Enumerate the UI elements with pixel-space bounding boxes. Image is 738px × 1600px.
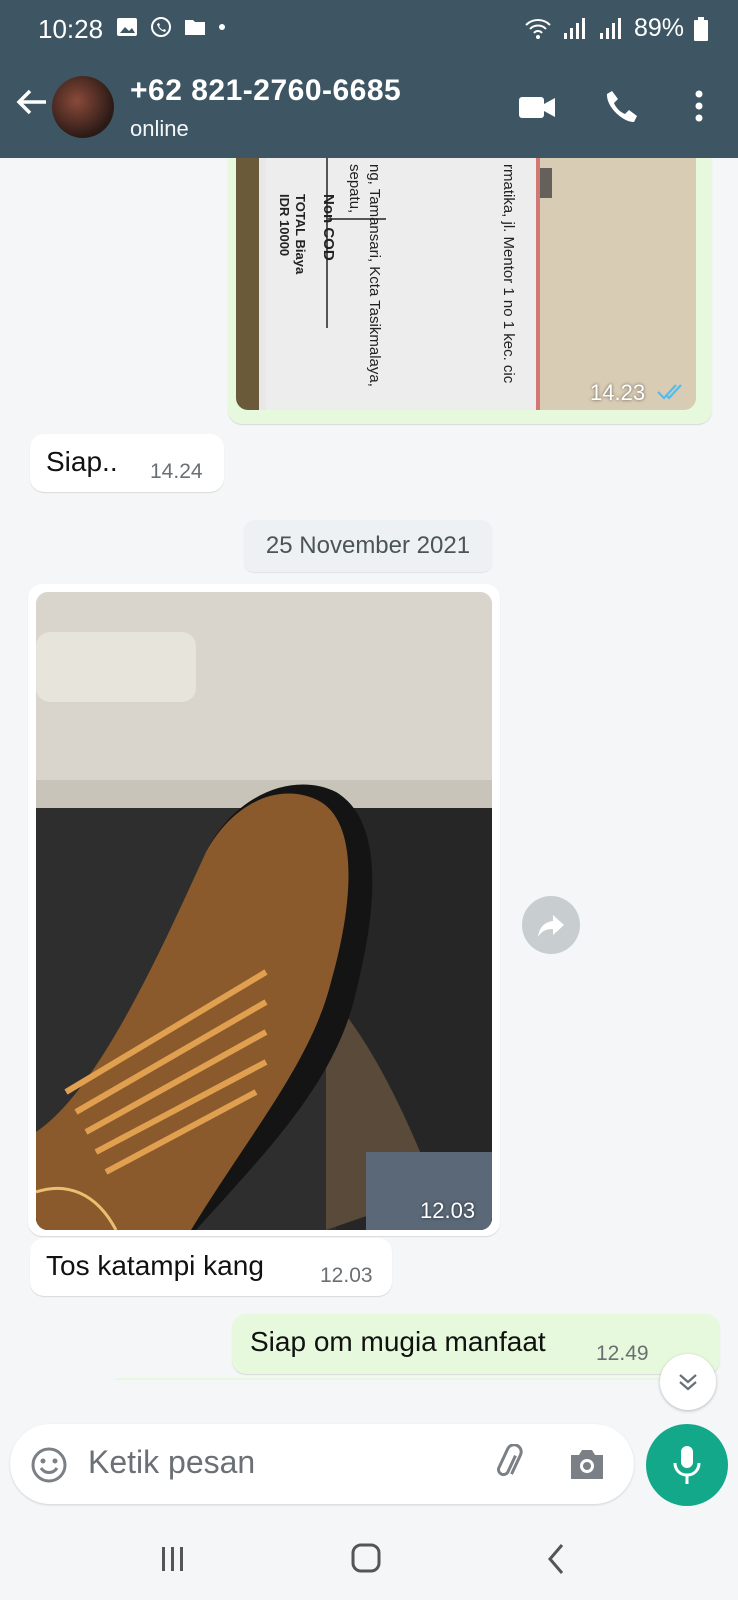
receipt-amount: IDR 10000 <box>277 194 292 256</box>
recent-apps-icon[interactable] <box>158 1544 188 1574</box>
scroll-down-icon <box>679 1374 697 1391</box>
wifi-icon <box>525 18 551 39</box>
receipt-line3: sepatu, <box>346 164 363 213</box>
message-text: Tos katampi kang <box>46 1250 264 1281</box>
receipt-total: TOTAL Biaya <box>293 194 308 275</box>
status-time: 10:28 <box>38 14 104 44</box>
home-icon[interactable] <box>350 1542 382 1574</box>
attach-icon[interactable] <box>490 1444 530 1484</box>
message-time: 12.03 <box>320 1264 373 1287</box>
forward-icon <box>538 915 564 937</box>
signal-icon-2 <box>599 17 621 39</box>
chat-header: +62 821-2760-6685 online <box>0 62 738 158</box>
message-input[interactable]: Ketik pesan <box>88 1444 255 1481</box>
chat-area[interactable]: rmatika, jl. Mentor 1 no 1 kec. cic ng, … <box>0 158 738 1380</box>
battery-icon <box>694 16 708 41</box>
date-label: 25 November 2021 <box>265 532 471 559</box>
folder-icon <box>185 20 205 35</box>
camera-icon[interactable] <box>568 1446 606 1482</box>
dot-icon <box>219 24 225 30</box>
avatar[interactable] <box>52 76 114 138</box>
date-separator: 25 November 2021 <box>244 520 492 572</box>
shoe-image <box>36 592 492 1230</box>
video-call-icon[interactable] <box>518 88 556 126</box>
read-ticks-icon <box>657 384 682 400</box>
message-input-bar[interactable]: Ketik pesan <box>10 1424 634 1504</box>
status-bar: 10:28 89% <box>0 0 738 60</box>
message-time: 12.49 <box>596 1342 649 1365</box>
signal-icon <box>563 17 585 39</box>
message-time: 14.24 <box>150 460 203 483</box>
gallery-icon <box>117 18 137 36</box>
receipt-photo[interactable]: rmatika, jl. Mentor 1 no 1 kec. cic ng, … <box>236 158 696 410</box>
incoming-image-message[interactable]: 12.03 <box>28 584 500 1236</box>
whatsapp-icon <box>151 17 171 37</box>
message-text: Siap.. <box>46 446 118 477</box>
top-bar: 10:28 89% +62 821-2760-6685 online <box>0 0 738 158</box>
receipt-line2: ng, Tamansari, Kcta Tasikmalaya, <box>366 164 383 387</box>
scroll-down-button[interactable] <box>660 1354 716 1410</box>
battery-level: 89% <box>633 14 684 42</box>
outgoing-message[interactable]: Siap om mugia manfaat 12.49 <box>232 1314 720 1374</box>
forward-button[interactable] <box>522 896 580 954</box>
receipt-time: 14.23 <box>590 380 646 405</box>
mic-icon <box>673 1446 701 1484</box>
status-right: 89% <box>524 14 708 43</box>
shoe-time: 12.03 <box>420 1198 476 1223</box>
receipt-cod: Non COD <box>320 194 337 261</box>
receipt-text: rmatika, jl. Mentor 1 no 1 kec. cic ng, … <box>277 158 552 410</box>
incoming-message[interactable]: Siap.. 14.24 <box>30 434 224 492</box>
contact-name[interactable]: +62 821-2760-6685 <box>130 74 401 108</box>
outgoing-image-message[interactable]: rmatika, jl. Mentor 1 no 1 kec. cic ng, … <box>228 158 712 424</box>
phone-icon[interactable] <box>604 88 640 124</box>
outgoing-message-partial[interactable] <box>106 1378 720 1380</box>
shoe-photo[interactable]: 12.03 <box>36 592 492 1230</box>
notification-icons <box>116 16 226 38</box>
back-nav-icon[interactable] <box>544 1542 570 1576</box>
message-text: Siap om mugia manfaat <box>250 1326 546 1357</box>
back-arrow-icon[interactable] <box>14 84 50 120</box>
contact-status: online <box>130 116 189 141</box>
emoji-icon[interactable] <box>30 1446 68 1484</box>
system-nav-bar <box>0 1520 738 1600</box>
more-icon[interactable] <box>684 88 714 124</box>
receipt-line1: rmatika, jl. Mentor 1 no 1 kec. cic <box>500 164 517 384</box>
incoming-message[interactable]: Tos katampi kang 12.03 <box>30 1238 392 1296</box>
mic-button[interactable] <box>646 1424 728 1506</box>
